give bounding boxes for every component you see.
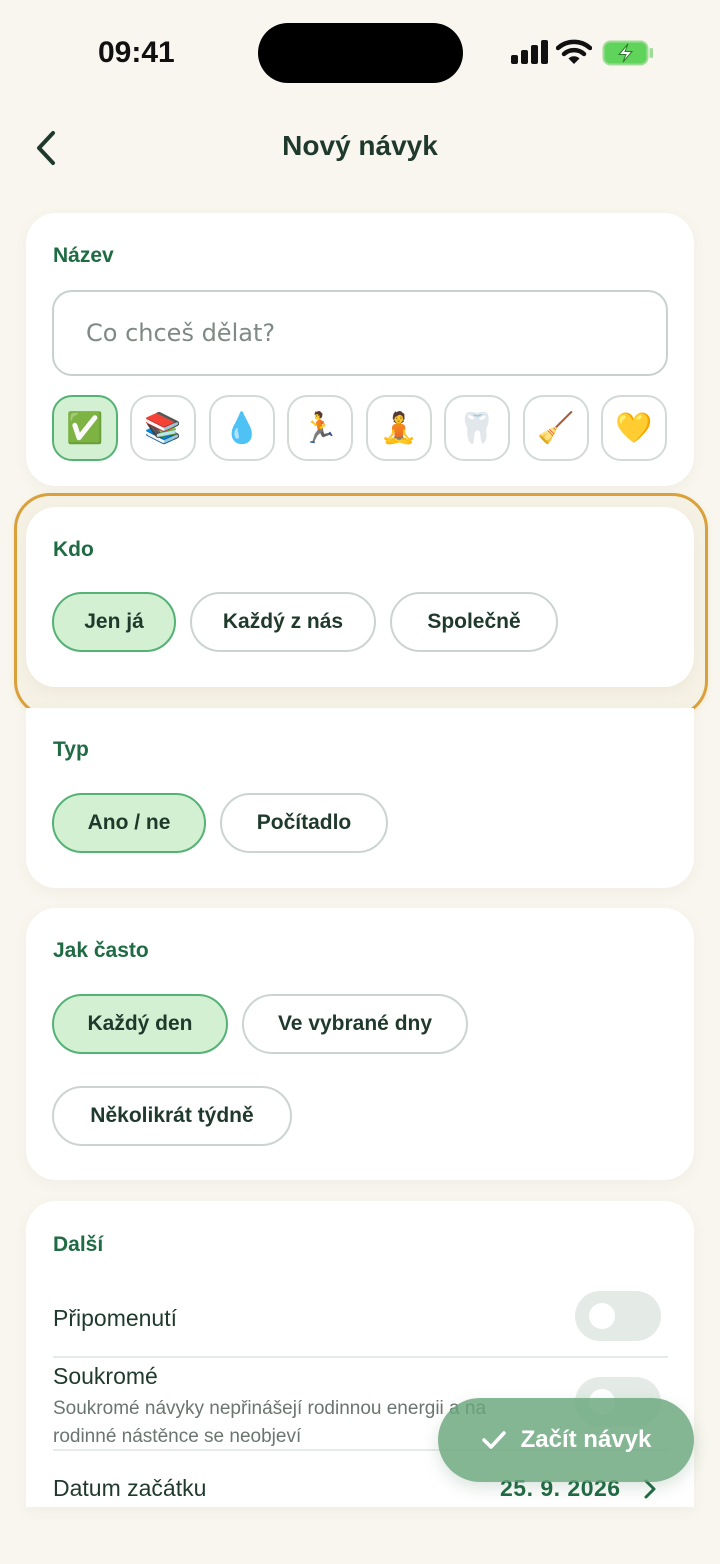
start-habit-label: Začít návyk	[520, 1426, 652, 1453]
emoji-option-water[interactable]: 💧	[209, 395, 275, 461]
name-card: Název ✅ 📚 💧 🏃 🧘 🦷 🧹 💛	[26, 213, 694, 486]
broom-emoji-icon: 🧹	[537, 410, 575, 446]
reminder-label: Připomenutí	[53, 1305, 178, 1331]
emoji-option-books[interactable]: 📚	[130, 395, 196, 461]
cellular-signal-icon	[511, 40, 549, 64]
who-label: Kdo	[53, 538, 94, 561]
tooth-emoji-icon: 🦷	[458, 410, 496, 446]
checkmark-icon	[481, 1431, 506, 1449]
wifi-icon	[556, 39, 592, 64]
emoji-option-heart[interactable]: 💛	[601, 395, 667, 461]
page-title: Nový návyk	[282, 130, 438, 161]
type-option-yes-no[interactable]: Ano / ne	[52, 793, 206, 853]
runner-emoji-icon: 🏃	[301, 410, 339, 446]
who-option-each-of-us[interactable]: Každý z nás	[190, 592, 376, 652]
frequency-option-selected-days[interactable]: Ve vybrané dny	[242, 994, 468, 1054]
status-time: 09:41	[98, 36, 175, 69]
check-emoji-icon: ✅	[66, 410, 104, 446]
who-option-just-me[interactable]: Jen já	[52, 592, 176, 652]
divider	[53, 1356, 668, 1358]
books-emoji-icon: 📚	[144, 410, 182, 446]
private-label: Soukromé	[53, 1363, 158, 1389]
battery-charging-icon	[602, 40, 653, 66]
droplet-emoji-icon: 💧	[223, 410, 261, 446]
emoji-option-yoga[interactable]: 🧘	[366, 395, 432, 461]
who-card: Kdo Jen já Každý z nás Společně	[26, 507, 694, 687]
who-option-together[interactable]: Společně	[390, 592, 558, 652]
frequency-card: Jak často Každý den Ve vybrané dny Někol…	[26, 908, 694, 1180]
yellow-heart-emoji-icon: 💛	[615, 410, 653, 446]
emoji-option-broom[interactable]: 🧹	[523, 395, 589, 461]
name-label: Název	[53, 244, 114, 267]
reminder-toggle[interactable]	[575, 1291, 661, 1341]
type-option-counter[interactable]: Počítadlo	[220, 793, 388, 853]
emoji-picker: ✅ 📚 💧 🏃 🧘 🦷 🧹 💛	[52, 395, 668, 461]
emoji-option-tooth[interactable]: 🦷	[444, 395, 510, 461]
type-label: Typ	[53, 738, 89, 761]
start-habit-button[interactable]: Začít návyk	[438, 1398, 694, 1482]
frequency-option-daily[interactable]: Každý den	[52, 994, 228, 1054]
type-card: Typ Ano / ne Počítadlo	[26, 708, 694, 888]
yoga-emoji-icon: 🧘	[380, 410, 418, 446]
habit-name-input[interactable]	[52, 290, 668, 376]
status-bar: 09:41	[0, 0, 720, 104]
frequency-option-several-times-weekly[interactable]: Několikrát týdně	[52, 1086, 292, 1146]
emoji-option-running[interactable]: 🏃	[287, 395, 353, 461]
emoji-option-check[interactable]: ✅	[52, 395, 118, 461]
more-label: Další	[53, 1233, 104, 1256]
toggle-knob	[589, 1303, 615, 1329]
frequency-label: Jak často	[53, 939, 149, 962]
start-date-label: Datum začátku	[53, 1475, 207, 1501]
dynamic-island	[258, 23, 463, 83]
